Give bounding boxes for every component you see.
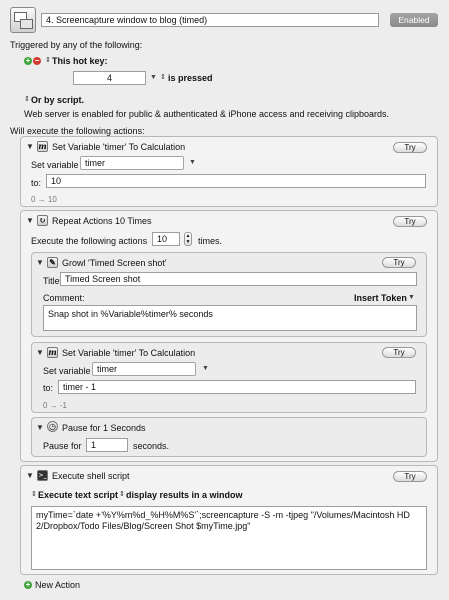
pause-action: ▼ ◷ Pause for 1 Seconds Pause for 1 seco… [31, 417, 427, 457]
set-variable-label: Set variable [31, 160, 79, 170]
growl-title-field[interactable]: Timed Screen shot [60, 272, 417, 286]
comment-label: Comment: [43, 293, 85, 303]
updown-arrows-icon[interactable]: ⇕ [119, 490, 125, 498]
calculator-icon: m [37, 141, 48, 152]
repeat-count-stepper[interactable]: ▲ ▼ [184, 232, 192, 246]
execute-text-script-menu[interactable]: Execute text script [38, 490, 118, 500]
action-title: Set Variable 'timer' To Calculation [62, 348, 196, 358]
hot-key-dropdown-icon[interactable]: ▼ [150, 74, 157, 81]
updown-arrows-icon[interactable]: ⇕ [31, 490, 37, 498]
shell-script-field[interactable]: myTime=`date +'%Y%m%d_%H%M%S'`;screencap… [31, 506, 427, 570]
variable-dropdown-icon[interactable]: ▼ [202, 365, 209, 372]
macro-group-icon [10, 7, 36, 33]
insert-token-menu[interactable]: Insert Token [354, 293, 407, 303]
enabled-button[interactable]: Enabled [390, 13, 438, 27]
disclosure-triangle-icon[interactable]: ▼ [36, 423, 44, 432]
to-label: to: [43, 383, 54, 393]
set-variable-label: Set variable [43, 366, 91, 376]
pause-seconds-field[interactable]: 1 [86, 438, 128, 452]
shell-script-action: ▼ >_ Execute shell script Try ⇕ Execute … [20, 465, 438, 575]
try-button[interactable]: Try [393, 142, 427, 153]
or-by-script-label[interactable]: Or by script. [31, 95, 84, 105]
calculation-preview: 0 → 10 [31, 195, 57, 204]
is-pressed-label[interactable]: is pressed [168, 73, 213, 83]
calculation-field[interactable]: timer - 1 [58, 380, 416, 394]
repeat-count-field[interactable]: 10 [152, 232, 180, 246]
try-button[interactable]: Try [382, 347, 416, 358]
repeat-action: ▼ ↻ Repeat Actions 10 Times Try Execute … [20, 210, 438, 462]
calculation-field[interactable]: 10 [46, 174, 426, 188]
disclosure-triangle-icon[interactable]: ▼ [36, 258, 44, 267]
updown-arrows-icon[interactable]: ⇕ [24, 95, 30, 103]
repeat-icon: ↻ [37, 215, 48, 226]
new-action-link[interactable]: New Action [35, 580, 80, 590]
hot-key-field[interactable]: 4 [73, 71, 146, 85]
to-label: to: [31, 178, 42, 188]
disclosure-triangle-icon[interactable]: ▼ [36, 348, 44, 357]
remove-trigger-icon[interactable]: − [33, 57, 41, 65]
growl-comment-field[interactable]: Snap shot in %Variable%timer% seconds [43, 305, 417, 331]
terminal-icon: >_ [37, 470, 48, 481]
variable-name-field[interactable]: timer [92, 362, 196, 376]
try-button[interactable]: Try [393, 471, 427, 482]
pause-clock-icon: ◷ [47, 421, 58, 432]
new-action-icon[interactable]: + [24, 581, 32, 589]
growl-icon: ✎ [47, 257, 58, 268]
action-title: Repeat Actions 10 Times [52, 216, 152, 226]
times-label: times. [198, 236, 223, 246]
hot-key-label: This hot key: [52, 56, 108, 66]
updown-arrows-icon[interactable]: ⇕ [45, 56, 51, 64]
updown-arrows-icon[interactable]: ⇕ [160, 73, 166, 81]
will-execute-label: Will execute the following actions: [10, 126, 145, 136]
disclosure-triangle-icon[interactable]: ▼ [26, 142, 34, 151]
set-variable-action: ▼ m Set Variable 'timer' To Calculation … [31, 342, 427, 413]
action-title: Growl 'Timed Screen shot' [62, 258, 167, 268]
web-server-note: Web server is enabled for public & authe… [24, 109, 390, 119]
growl-action: ▼ ✎ Growl 'Timed Screen shot' Try Title:… [31, 252, 427, 337]
triggered-by-label: Triggered by any of the following: [10, 40, 143, 50]
macro-name-field[interactable]: 4. Screencapture window to blog (timed) [41, 13, 379, 27]
insert-token-dropdown-icon[interactable]: ▼ [408, 294, 415, 301]
action-title: Set Variable 'timer' To Calculation [52, 142, 186, 152]
disclosure-triangle-icon[interactable]: ▼ [26, 216, 34, 225]
variable-dropdown-icon[interactable]: ▼ [189, 159, 196, 166]
calculation-preview: 0 → -1 [43, 401, 68, 410]
add-trigger-icon[interactable]: + [24, 57, 32, 65]
execute-following-label: Execute the following actions [31, 236, 148, 246]
set-variable-action: ▼ m Set Variable 'timer' To Calculation … [20, 136, 438, 207]
action-title: Execute shell script [52, 471, 130, 481]
try-button[interactable]: Try [393, 216, 427, 227]
display-results-menu[interactable]: display results in a window [126, 490, 243, 500]
try-button[interactable]: Try [382, 257, 416, 268]
variable-name-field[interactable]: timer [80, 156, 184, 170]
pause-for-label: Pause for [43, 441, 82, 451]
seconds-label: seconds. [133, 441, 170, 451]
action-title: Pause for 1 Seconds [62, 423, 146, 433]
calculator-icon: m [47, 347, 58, 358]
disclosure-triangle-icon[interactable]: ▼ [26, 471, 34, 480]
